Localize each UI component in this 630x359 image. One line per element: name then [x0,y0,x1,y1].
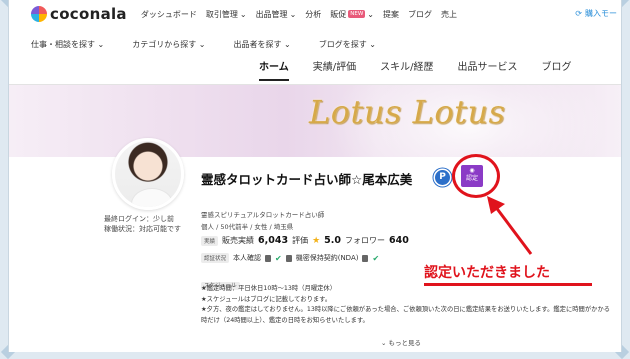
show-more-link[interactable]: ⌄ もっと見る [381,337,421,347]
nav-transactions[interactable]: 取引管理 ⌄ [206,9,247,20]
secondary-navigation: 仕事・相談を探す ⌄ カテゴリから探す ⌄ 出品者を探す ⌄ ブログを探す ⌄ [9,36,621,52]
nav-label: ダッシュボード [140,9,197,19]
last-login: 最終ログイン：少し前 [104,215,174,223]
new-badge: NEW [348,10,366,18]
chevron-down-icon: ⌄ [239,9,247,19]
subnav-label: 出品者を探す [233,39,282,49]
schedule-text: ★鑑定時間：平日休日10時〜13時（月曜定休） ★スケジュールはブログに記載して… [201,284,616,326]
tab-services[interactable]: 出品サービス [457,58,517,81]
tab-blog[interactable]: ブログ [541,58,571,81]
show-more-label: もっと見る [388,339,422,347]
nav-label: 販促 [330,9,347,19]
followers-count: 640 [389,235,409,246]
achievements-row: 実績 販売実績 6,043 評価 ★ 5.0 フォロワー 640 [201,235,409,246]
nav-label: 取引管理 [205,9,238,19]
tab-home[interactable]: ホーム [259,58,289,81]
switch-to-buyer-mode[interactable]: ⟳ 購入モー [575,8,617,19]
subnav-label: ブログを探す [318,39,367,49]
subnav-find-blogs[interactable]: ブログを探す ⌄ [319,39,376,50]
check-icon: ✔ [372,253,380,263]
switch-mode-label: 購入モー [585,9,617,18]
logo[interactable]: coconala [31,5,127,23]
nav-listings[interactable]: 出品管理 ⌄ [256,9,297,20]
subnav-find-jobs[interactable]: 仕事・相談を探す ⌄ [31,39,104,50]
availability-status: 稼働状況：対応可能です [104,225,181,233]
occupation: 霊感スピリチュアルタロットカード占い師 [201,211,325,219]
check-icon: ✔ [275,253,282,263]
id-card-icon [265,254,272,262]
annotation-arrow [487,196,533,255]
document-icon [362,254,369,262]
refresh-icon: ⟳ [575,9,582,18]
subnav-label: 仕事・相談を探す [31,39,95,49]
verification-label: 認証状況 [201,253,230,263]
logo-text: coconala [50,5,127,23]
schedule-line: ★スケジュールはブログに記載しております。 [201,295,332,303]
top-navigation: coconala ダッシュボード 取引管理 ⌄ 出品管理 ⌄ 分析 販促 NEW ⌄ 提… [9,0,621,28]
subnav-categories[interactable]: カテゴリから探す ⌄ [132,39,205,50]
sales-label: 販売実績 [222,236,255,245]
nav-label: 分析 [305,9,322,19]
star-icon: ★ [312,235,321,246]
nav-label: ブログ [408,9,432,19]
rating-label: 評価 [292,236,309,245]
chevron-down-icon: ⌄ [367,9,374,19]
nav-blog[interactable]: ブログ [408,9,432,20]
subnav-find-sellers[interactable]: 出品者を探す ⌄ [234,39,291,50]
profile-tabs: ホーム 実績/評価 スキル/経歴 出品サービス ブログ [259,58,595,81]
nav-proposal[interactable]: 提案 [383,9,399,20]
annotation-text: 認定いただきました [424,265,550,281]
profile-banner: Lotus Lotus [9,85,621,157]
banner-title: Lotus Lotus [309,93,506,131]
schedule-line: ★夕方、夜の鑑定はしておりません。13時以降にご依頼があった場合、ご依頼頂いた次… [201,306,611,324]
nda-status: 機密保持契約(NDA) [295,254,359,262]
nav-label: 出品管理 [255,9,288,19]
nav-label: 売上 [441,9,457,19]
subnav-label: カテゴリから探す [132,39,197,49]
tab-skills[interactable]: スキル/経歴 [380,58,433,81]
annotation-underline [424,283,592,286]
login-status: 最終ログイン：少し前 稼働状況：対応可能です [104,214,181,234]
nav-promotion[interactable]: 販促 NEW ⌄ [330,9,374,20]
avatar[interactable] [112,138,184,210]
nav-dashboard[interactable]: ダッシュボード [141,9,197,20]
nav-label: 提案 [383,9,399,19]
identity-verified: 本人確認 [233,254,262,262]
demographics: 個人 / 50代前半 / 女性 / 埼玉県 [201,223,294,231]
sales-count: 6,043 [258,235,289,246]
browser-frame: coconala ダッシュボード 取引管理 ⌄ 出品管理 ⌄ 分析 販促 NEW ⌄ 提… [8,0,622,352]
document-icon [285,254,292,262]
nav-analytics[interactable]: 分析 [305,9,321,20]
seller-name: 霊感タロットカード占い師☆尾本広美 [201,172,413,187]
nav-sales[interactable]: 売上 [441,9,457,20]
coconala-logo-icon [31,6,47,22]
pro-badge-icon[interactable]: P [435,170,450,185]
tab-reviews[interactable]: 実績/評価 [313,58,356,81]
rating-value: 5.0 [324,235,341,246]
followers-label: フォロワー [345,236,385,245]
chevron-down-icon: ⌄ [289,9,297,19]
achievements-label: 実績 [201,235,219,246]
verification-row: 認証状況 本人確認 ✔ 機密保持契約(NDA) ✔ [201,253,379,263]
